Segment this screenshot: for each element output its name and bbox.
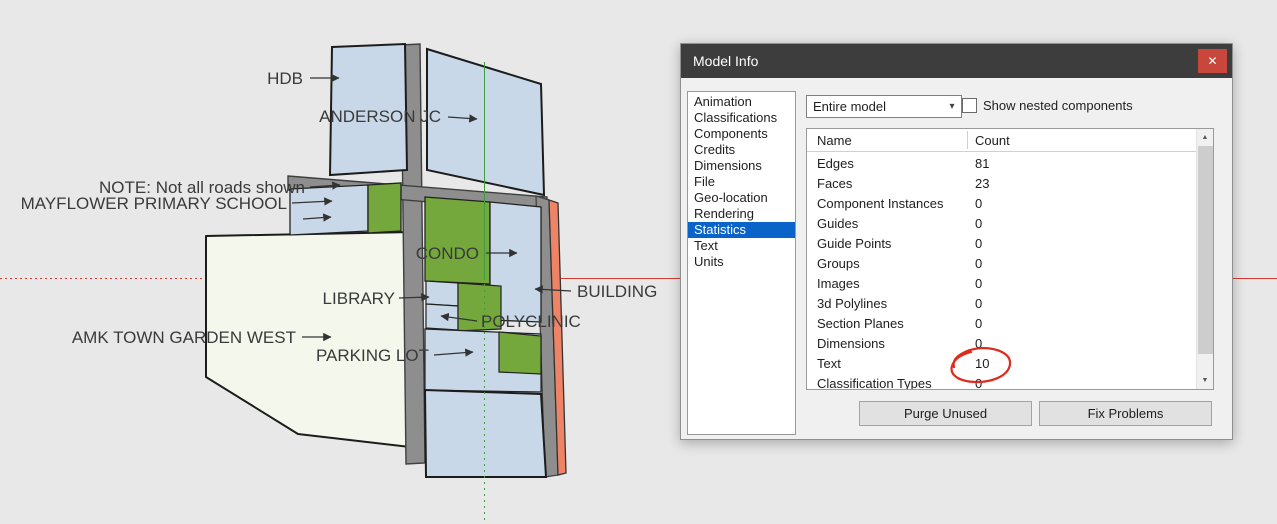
- stat-count-circled: 10: [975, 356, 990, 371]
- stat-count: 0: [975, 296, 983, 311]
- scrollbar-thumb[interactable]: [1198, 146, 1213, 354]
- scroll-up-button[interactable]: ▲: [1197, 129, 1213, 146]
- polyclinic-block-face[interactable]: [425, 303, 459, 331]
- stats-row: Dimensions 0: [807, 333, 1196, 353]
- stats-row: Guide Points 0: [807, 233, 1196, 253]
- sidebar-item-animation[interactable]: Animation: [688, 94, 795, 110]
- sketchup-viewport: HDB ANDERSON JC NOTE: Not all roads show…: [0, 0, 1277, 524]
- stats-row: Section Planes 0: [807, 313, 1196, 333]
- stats-row: Images 0: [807, 273, 1196, 293]
- sidebar-item-geo-location[interactable]: Geo-location: [688, 190, 795, 206]
- library-face[interactable]: [425, 280, 459, 307]
- show-nested-checkbox[interactable]: [962, 98, 977, 113]
- label-library[interactable]: LIBRARY: [323, 289, 395, 308]
- green-patch-west-face[interactable]: [367, 182, 402, 234]
- stat-count: 0: [975, 196, 983, 211]
- label-parking-lot[interactable]: PARKING LOT: [316, 346, 429, 365]
- scope-select-value: Entire model: [813, 99, 886, 114]
- stat-name: Guide Points: [817, 236, 892, 251]
- stat-count: 0: [975, 316, 983, 331]
- sidebar-item-units[interactable]: Units: [688, 254, 795, 270]
- sidebar-item-text[interactable]: Text: [688, 238, 795, 254]
- entity-scope-select[interactable]: Entire model ▾: [806, 95, 962, 118]
- stat-count: 0: [975, 276, 983, 291]
- dialog-title: Model Info: [693, 53, 759, 69]
- anderson-jc-face[interactable]: [426, 47, 546, 197]
- stats-row: 3d Polylines 0: [807, 293, 1196, 313]
- statistics-table: Name Count Edges 81 Faces 23 Component Ins…: [806, 128, 1214, 390]
- stat-name: Dimensions: [817, 336, 885, 351]
- stat-name: Text: [817, 356, 841, 371]
- sidebar-item-file[interactable]: File: [688, 174, 795, 190]
- stat-name: Faces: [817, 176, 853, 191]
- stat-name: Section Planes: [817, 316, 904, 331]
- stat-name: Guides: [817, 216, 859, 231]
- stats-row: Classification Types 0: [807, 373, 1196, 390]
- column-divider: [967, 131, 968, 149]
- stats-row-text: Text 10: [807, 353, 1196, 373]
- parking-green-face[interactable]: [498, 331, 542, 375]
- stat-count: 0: [975, 376, 983, 390]
- show-nested-checkbox-field[interactable]: Show nested components: [962, 98, 1133, 113]
- scroll-up-icon: ▲: [1201, 134, 1209, 141]
- label-anderson-jc[interactable]: ANDERSON JC: [319, 107, 441, 126]
- table-rows: Edges 81 Faces 23 Component Instances 0 Gui…: [807, 153, 1196, 390]
- dialog-titlebar[interactable]: Model Info ✕: [681, 44, 1232, 78]
- chevron-down-icon: ▾: [949, 101, 955, 112]
- stat-name: Images: [817, 276, 860, 291]
- scroll-down-button[interactable]: ▼: [1197, 372, 1213, 389]
- south-block-face[interactable]: [423, 388, 548, 478]
- label-hdb[interactable]: HDB: [267, 69, 303, 88]
- stat-name: Component Instances: [817, 196, 944, 211]
- stats-row: Guides 0: [807, 213, 1196, 233]
- stat-name: Edges: [817, 156, 854, 171]
- stats-row: Edges 81: [807, 153, 1196, 173]
- dialog-button-row: Purge Unused Fix Problems: [681, 401, 1212, 426]
- fix-problems-button[interactable]: Fix Problems: [1039, 401, 1212, 426]
- close-icon: ✕: [1207, 54, 1218, 68]
- checkbox-label: Show nested components: [983, 98, 1133, 113]
- sidebar-item-components[interactable]: Components: [688, 126, 795, 142]
- sidebar-item-dimensions[interactable]: Dimensions: [688, 158, 795, 174]
- sidebar-item-credits[interactable]: Credits: [688, 142, 795, 158]
- column-header-name: Name: [817, 133, 852, 148]
- label-mayflower[interactable]: MAYFLOWER PRIMARY SCHOOL: [21, 194, 287, 213]
- dialog-body: Animation Classifications Components Cre…: [681, 78, 1232, 439]
- stat-count: 0: [975, 216, 983, 231]
- stat-count: 23: [975, 176, 990, 191]
- stat-name: Classification Types: [817, 376, 932, 390]
- scroll-down-icon: ▼: [1201, 377, 1209, 384]
- sidebar-item-classifications[interactable]: Classifications: [688, 110, 795, 126]
- label-polyclinic[interactable]: POLYCLINIC: [481, 312, 581, 331]
- label-condo[interactable]: CONDO: [416, 244, 479, 263]
- table-header: Name Count: [807, 129, 1197, 152]
- label-building[interactable]: BUILDING: [577, 282, 657, 301]
- label-amk-garden[interactable]: AMK TOWN GARDEN WEST: [72, 328, 296, 347]
- stat-count: 81: [975, 156, 990, 171]
- sidebar-item-statistics[interactable]: Statistics: [688, 222, 795, 238]
- model-info-dialog: Model Info ✕ Animation Classifications C…: [680, 43, 1233, 440]
- close-button[interactable]: ✕: [1198, 49, 1227, 73]
- stat-count: 0: [975, 256, 983, 271]
- stat-count: 0: [975, 336, 983, 351]
- settings-category-list: Animation Classifications Components Cre…: [687, 91, 796, 435]
- stats-row: Faces 23: [807, 173, 1196, 193]
- stat-name: 3d Polylines: [817, 296, 888, 311]
- purge-unused-button[interactable]: Purge Unused: [859, 401, 1032, 426]
- column-header-count: Count: [975, 133, 1010, 148]
- stats-row: Component Instances 0: [807, 193, 1196, 213]
- table-scrollbar[interactable]: ▲ ▼: [1196, 129, 1213, 389]
- sidebar-item-rendering[interactable]: Rendering: [688, 206, 795, 222]
- stat-name: Groups: [817, 256, 860, 271]
- stats-row: Groups 0: [807, 253, 1196, 273]
- stat-count: 0: [975, 236, 983, 251]
- green-center-face[interactable]: [424, 196, 491, 285]
